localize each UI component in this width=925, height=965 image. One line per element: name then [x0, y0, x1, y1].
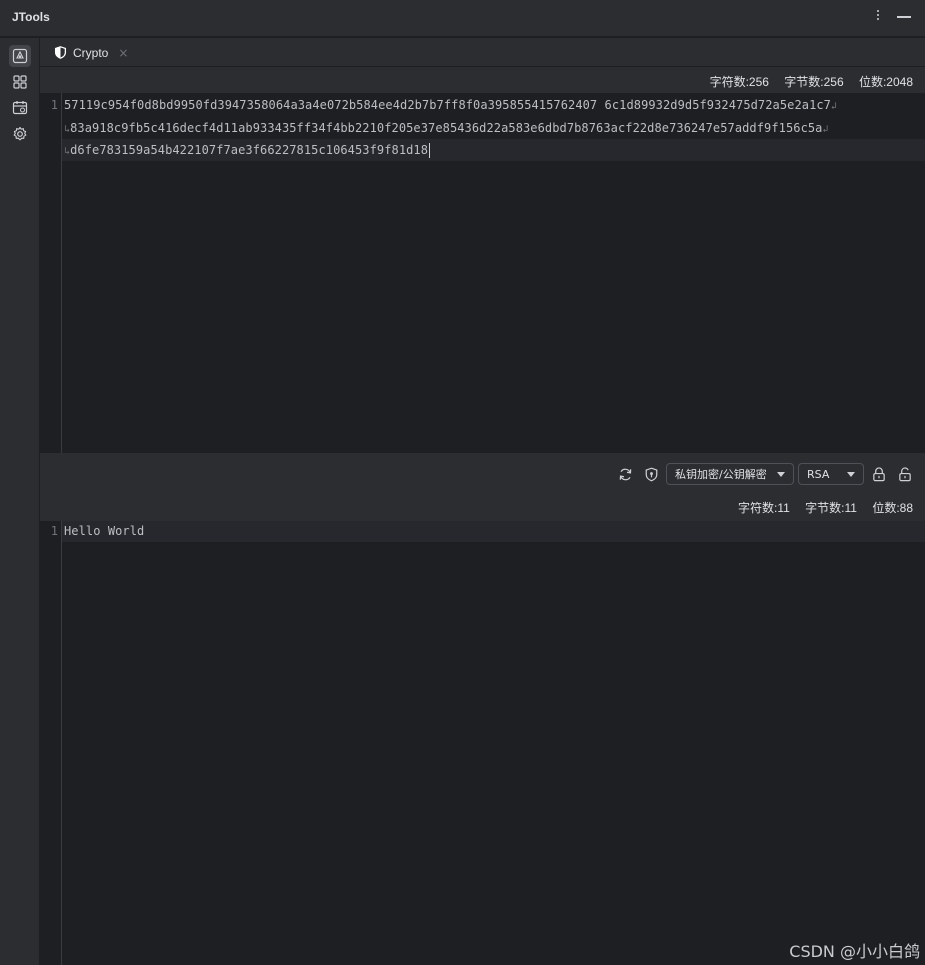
algorithm-select[interactable]: RSA	[798, 463, 864, 485]
chevron-down-icon	[847, 472, 855, 477]
lock-icon[interactable]	[870, 465, 888, 483]
tab-bar: Crypto ×	[40, 38, 925, 67]
soft-wrap-icon: ↲	[830, 101, 838, 112]
title-bar: JTools	[0, 0, 925, 37]
crypto-icon[interactable]	[9, 45, 31, 67]
bit-count: 位数:2048	[858, 75, 913, 89]
input-stats: 字符数:11 字节数:11 位数:88	[726, 499, 913, 516]
left-toolbar	[0, 38, 40, 965]
input-stats-bar: 字符数:11 字节数:11 位数:88	[40, 495, 925, 521]
algorithm-select-value: RSA	[807, 467, 830, 481]
mode-select[interactable]: 私钥加密/公钥解密	[666, 463, 794, 485]
code-line: Hello World	[64, 524, 145, 538]
output-stats-bar: 字符数:256 字节数:256 位数:2048	[40, 67, 925, 93]
more-options-icon[interactable]	[870, 8, 886, 26]
shield-icon	[54, 46, 67, 59]
bit-count: 位数:88	[872, 501, 913, 515]
line-number: 1	[50, 524, 58, 538]
line-gutter	[40, 521, 62, 965]
byte-count: 字节数:11	[805, 501, 857, 515]
chevron-down-icon	[777, 472, 785, 477]
code-line: 57119c954f0d8bd9950fd3947358064a3a4e072b…	[64, 98, 838, 112]
soft-wrap-icon: ↲	[822, 124, 829, 135]
code-line: ↳d6fe783159a54b422107f7ae3f66227815c1064…	[64, 143, 431, 158]
refresh-icon[interactable]	[616, 465, 634, 483]
output-editor[interactable]: 1 57119c954f0d8bd9950fd3947358064a3a4e07…	[40, 93, 925, 453]
minimize-icon[interactable]	[897, 16, 911, 18]
byte-count: 字节数:256	[784, 75, 844, 89]
app-title: JTools	[12, 10, 50, 24]
tab-crypto[interactable]: Crypto ×	[48, 38, 134, 67]
calendar-icon[interactable]	[9, 97, 31, 119]
settings-icon[interactable]	[9, 123, 31, 145]
char-count: 字符数:256	[709, 75, 769, 89]
tab-label: Crypto	[73, 45, 109, 60]
code-line: ↳83a918c9fb5c416decf4d11ab933435ff34f4bb…	[64, 121, 829, 135]
char-count: 字符数:11	[738, 501, 790, 515]
current-line-highlight	[62, 521, 925, 542]
close-icon[interactable]: ×	[118, 46, 128, 60]
output-stats: 字符数:256 字节数:256 位数:2048	[698, 73, 913, 90]
input-editor[interactable]: 1 Hello World	[40, 521, 925, 965]
grid-icon[interactable]	[9, 71, 31, 93]
shield-icon[interactable]	[642, 465, 660, 483]
watermark: CSDN @小小白鸽	[789, 942, 920, 961]
unlock-icon[interactable]	[896, 465, 914, 483]
text-caret	[429, 143, 431, 158]
line-number: 1	[50, 98, 58, 112]
mode-select-value: 私钥加密/公钥解密	[675, 468, 767, 481]
crypto-toolbar: 私钥加密/公钥解密 RSA	[40, 453, 925, 495]
line-gutter	[40, 93, 62, 453]
